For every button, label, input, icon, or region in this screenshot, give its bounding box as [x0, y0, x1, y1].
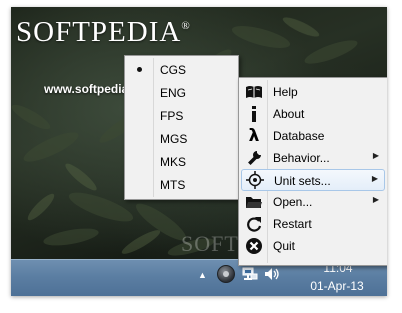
menu-item-label: About [273, 107, 305, 121]
selected-radio-icon [137, 67, 142, 72]
lambda-icon: λ [248, 126, 260, 146]
tray-context-menu: Help About λ Database Behavior... ▶ Unit… [238, 77, 387, 266]
menu-item-mks[interactable]: MKS [127, 151, 235, 173]
quit-icon [241, 235, 267, 257]
menu-item-label: MGS [160, 132, 188, 146]
menu-item-label: Quit [273, 239, 296, 253]
unit-sets-submenu: CGS ENG FPS MGS MKS MTS [124, 55, 239, 200]
info-icon [241, 103, 267, 125]
brand-text: SOFTPEDIA [16, 16, 182, 48]
menu-item-about[interactable]: About [241, 103, 385, 125]
menu-item-mgs[interactable]: MGS [127, 128, 235, 150]
desktop: SOFTPEDIA® www.softpedia.com SOFTPEDIA ▲… [11, 7, 387, 296]
menu-item-label: Restart [273, 217, 312, 231]
submenu-arrow-icon: ▶ [371, 174, 378, 183]
menu-item-restart[interactable]: Restart [241, 213, 385, 235]
folder-icon [241, 191, 267, 213]
menu-item-quit[interactable]: Quit [241, 235, 385, 257]
menu-item-eng[interactable]: ENG [127, 82, 235, 104]
network-icon[interactable] [242, 266, 258, 282]
menu-item-label: Help [273, 85, 298, 99]
menu-item-database[interactable]: λ Database [241, 125, 385, 147]
menu-item-label: Database [273, 129, 325, 143]
restart-icon [241, 213, 267, 235]
menu-item-open[interactable]: Open... ▶ [241, 191, 385, 213]
menu-item-label: Open... [273, 195, 313, 209]
menu-item-label: MKS [160, 155, 187, 169]
registered-mark: ® [181, 20, 191, 32]
menu-item-label: ENG [160, 86, 187, 100]
menu-item-mts[interactable]: MTS [127, 174, 235, 196]
wrench-icon [241, 147, 267, 169]
menu-item-unit-sets[interactable]: Unit sets... ▶ [241, 169, 385, 191]
menu-item-label: Behavior... [273, 151, 330, 165]
clock-date[interactable]: 01-Apr-13 [295, 279, 379, 293]
crosshair-icon [242, 169, 268, 191]
submenu-arrow-icon: ▶ [372, 195, 379, 204]
menu-item-label: Unit sets... [274, 174, 331, 188]
tray-app-icon[interactable] [217, 265, 235, 283]
book-icon [241, 81, 267, 103]
menu-item-help[interactable]: Help [241, 81, 385, 103]
submenu-arrow-icon: ▶ [372, 151, 379, 160]
menu-item-label: MTS [160, 178, 186, 192]
menu-item-fps[interactable]: FPS [127, 105, 235, 127]
show-hidden-icons-icon[interactable]: ▲ [198, 270, 207, 280]
menu-item-label: CGS [160, 63, 187, 77]
menu-item-label: FPS [160, 109, 184, 123]
menu-item-behavior[interactable]: Behavior... ▶ [241, 147, 385, 169]
volume-icon[interactable] [264, 266, 280, 282]
menu-item-cgs[interactable]: CGS [127, 59, 235, 81]
softpedia-logo: SOFTPEDIA® [16, 16, 191, 49]
